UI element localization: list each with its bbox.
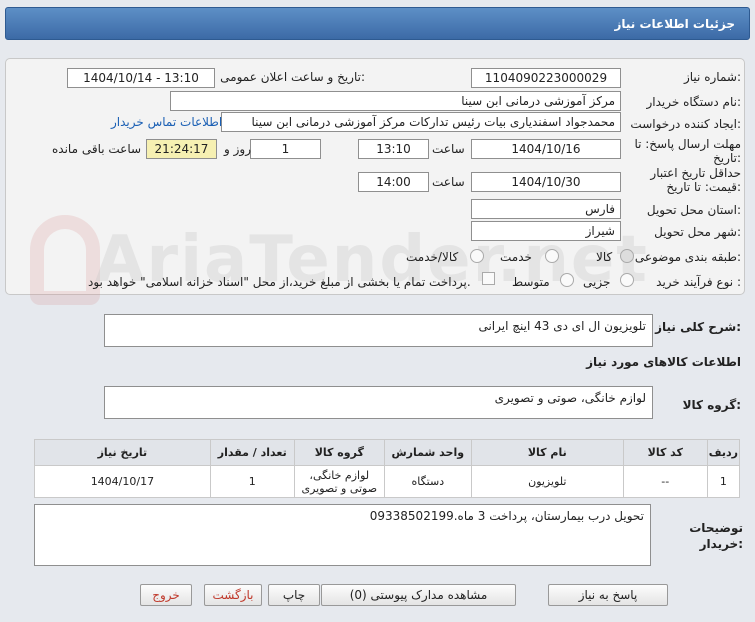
treasury-checkbox[interactable] — [482, 272, 495, 285]
process-medium-label: متوسط — [512, 275, 550, 289]
description-label: شرح کلی نیاز: — [655, 320, 741, 334]
requester-label: ایجاد کننده درخواست: — [630, 117, 741, 131]
cell-date: 1404/10/17 — [34, 465, 211, 498]
page-header: جزئیات اطلاعات نیاز — [5, 7, 750, 40]
page-title: جزئیات اطلاعات نیاز — [614, 17, 735, 31]
col-row: ردیف — [706, 439, 741, 466]
validity-date-field: 1404/10/30 — [471, 172, 621, 192]
process-label: نوع فرآیند خرید : — [656, 275, 741, 289]
cell-name: تلویزیون — [470, 465, 624, 498]
buyer-notes-label: توضیحات خریدار: — [689, 521, 743, 551]
process-partial-label: جزیی — [583, 275, 611, 289]
reply-date-field: 1404/10/16 — [471, 139, 621, 159]
category-service-radio[interactable] — [545, 249, 559, 263]
remaining-time-field: 21:24:17 — [146, 139, 217, 159]
validity-label: حداقل تاریخ اعتبار قیمت: تا تاریخ: — [650, 166, 741, 194]
reply-deadline-label: مهلت ارسال پاسخ: تا تاریخ: — [634, 137, 741, 165]
category-label: طبقه بندی موضوعی: — [634, 250, 741, 264]
category-service-label: خدمت — [500, 250, 532, 264]
cell-code: -- — [622, 465, 708, 498]
attachments-button[interactable]: مشاهده مدارک پیوستی (0) — [321, 584, 516, 606]
validity-time-label: ساعت — [432, 175, 465, 189]
cell-row: 1 — [706, 465, 741, 498]
col-unit: واحد شمارش — [383, 439, 472, 466]
city-field: شیراز — [471, 221, 621, 241]
goods-group-label: گروه کالا: — [682, 398, 741, 412]
exit-button[interactable]: خروج — [140, 584, 192, 606]
validity-time-field: 14:00 — [358, 172, 429, 192]
goods-info-title: اطلاعات کالاهای مورد نیاز — [586, 355, 741, 369]
col-name: نام کالا — [470, 439, 624, 466]
days-label: روز و — [224, 142, 251, 156]
announce-field: 1404/10/14 - 13:10 — [67, 68, 215, 88]
need-number-label: شماره نیاز: — [683, 70, 741, 84]
goods-group-field: لوازم خانگی، صوتی و تصویری — [104, 386, 653, 419]
print-button[interactable]: چاپ — [268, 584, 320, 606]
city-label: شهر محل تحویل: — [654, 225, 741, 239]
cell-unit: دستگاه — [383, 465, 472, 498]
reply-button[interactable]: پاسخ به نیاز — [548, 584, 668, 606]
province-label: استان محل تحویل: — [646, 203, 741, 217]
col-code: کد کالا — [622, 439, 708, 466]
payment-note: پرداخت تمام یا بخشی از مبلغ خرید،از محل … — [88, 275, 471, 289]
cell-group: لوازم خانگی، صوتی و تصویری — [293, 465, 385, 498]
reply-time-label: ساعت — [432, 142, 465, 156]
back-button[interactable]: بازگشت — [204, 584, 262, 606]
category-goods-label: کالا — [596, 250, 613, 264]
col-group: گروه کالا — [293, 439, 385, 466]
days-field: 1 — [250, 139, 321, 159]
table-row: 1 -- تلویزیون دستگاه لوازم خانگی، صوتی و… — [34, 465, 741, 498]
process-partial-radio[interactable] — [620, 273, 634, 287]
category-goods-service-label: کالا/خدمت — [406, 250, 459, 264]
announce-label: تاریخ و ساعت اعلان عمومی: — [220, 70, 365, 84]
need-number-field: 1104090223000029 — [471, 68, 621, 88]
description-field: تلویزیون ال ای دی 43 اینچ ایرانی — [104, 314, 653, 347]
category-goods-service-radio[interactable] — [470, 249, 484, 263]
watermark-logo — [30, 215, 100, 305]
requester-field: محمدجواد اسفندیاری بیات رئیس تدارکات مرک… — [221, 112, 621, 132]
reply-time-field: 13:10 — [358, 139, 429, 159]
col-qty: تعداد / مقدار — [209, 439, 295, 466]
buyer-org-field: مرکز آموزشی درمانی ابن سینا — [170, 91, 621, 111]
buyer-org-label: نام دستگاه خریدار: — [646, 95, 742, 109]
col-date: تاریخ نیاز — [34, 439, 211, 466]
category-goods-radio[interactable] — [620, 249, 634, 263]
province-field: فارس — [471, 199, 621, 219]
buyer-notes-field: تحویل درب بیمارستان، پرداخت 3 ماه.093385… — [34, 504, 651, 566]
remaining-label: ساعت باقی مانده — [52, 142, 142, 156]
process-medium-radio[interactable] — [560, 273, 574, 287]
buyer-contact-link[interactable]: اطلاعات تماس خریدار — [111, 115, 222, 129]
goods-table: ردیف کد کالا نام کالا واحد شمارش گروه کا… — [34, 439, 741, 498]
cell-qty: 1 — [209, 465, 295, 498]
